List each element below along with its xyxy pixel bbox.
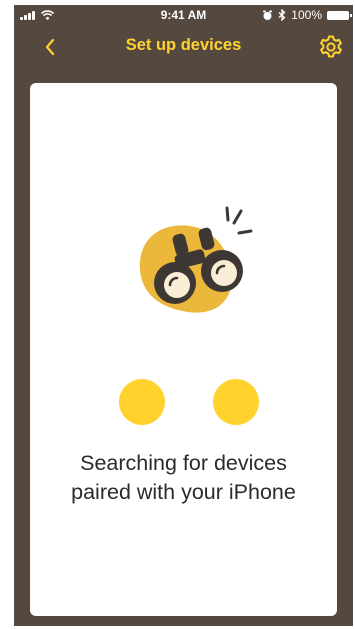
binoculars-illustration [139,206,253,313]
battery-percentage: 100% [291,8,322,22]
status-bar: 9:41 AM 100% [14,5,353,25]
battery-icon [327,10,352,20]
gear-icon [320,35,342,58]
search-progress-dot [119,379,165,425]
search-status-line-1: Searching for devices [80,451,287,475]
search-status-line-2: paired with your iPhone [71,480,296,504]
search-card: Searching for devices paired with your i… [30,83,337,616]
search-progress-dot [213,379,259,425]
bluetooth-icon [278,9,286,21]
alarm-icon [263,10,273,20]
search-status-message: Searching for devices paired with your i… [30,449,337,507]
nav-bar: Set up devices [14,25,353,69]
status-right: 100% [262,8,352,22]
phone-screen: 9:41 AM 100% Set up devices Searching fo… [14,5,353,626]
settings-button[interactable] [317,33,345,61]
page-title: Set up devices [125,36,242,54]
